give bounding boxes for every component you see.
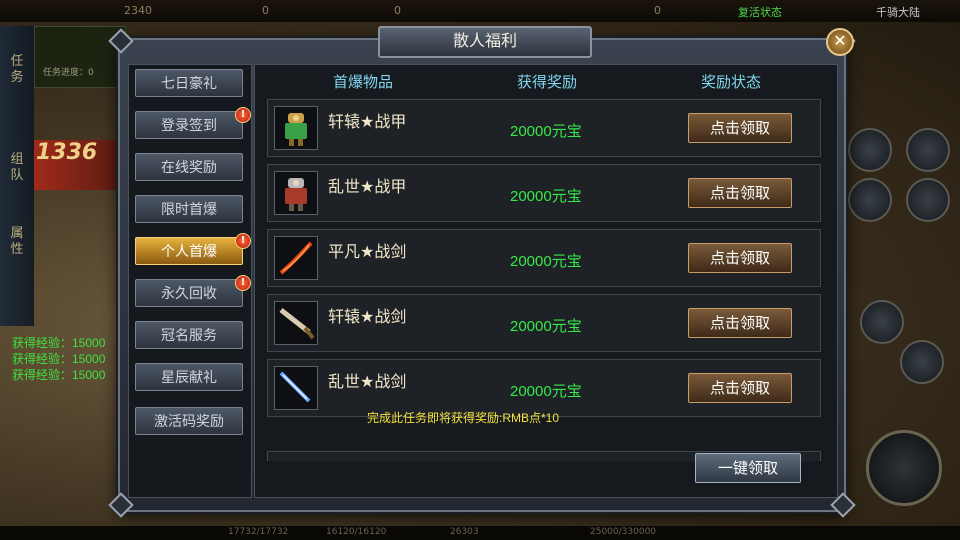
item-name: 乱世★战甲 (328, 177, 407, 196)
sidebar-item-star-gift[interactable]: 星辰献礼 (135, 363, 243, 391)
exp-log-line: 获得经验：15000 (12, 352, 106, 366)
left-hud-panel: 任务 组队 属性 (0, 26, 34, 326)
notification-badge: ! (235, 107, 251, 123)
skill-slot[interactable] (848, 128, 892, 172)
event-banner: 1336 (34, 140, 122, 190)
sword-icon (274, 236, 318, 280)
sword-icon (274, 301, 318, 345)
sidebar-item-seven-day-gift[interactable]: 七日豪礼 (135, 69, 243, 97)
bottom-status-bar: 17732/17732 16120/16120 26303 25000/3300… (0, 526, 960, 540)
exp-log-line: 获得经验：15000 (12, 336, 106, 350)
column-header-status: 奖励状态 (701, 73, 762, 91)
top-value-gold: 2340 (124, 4, 152, 17)
sidebar-item-permanent-recycle[interactable]: 永久回收 (135, 279, 243, 307)
armor-icon (274, 171, 318, 215)
tab-quest[interactable]: 任务 (6, 54, 28, 86)
exp-readout: 25000/330000 (590, 527, 657, 537)
item-name: 平凡★战剑 (328, 242, 407, 261)
notification-badge: ! (235, 275, 251, 291)
welfare-sidebar: 七日豪礼 登录签到 ! 在线奖励 限时首爆 个人首爆 ! 永久回收 ! 冠名服务… (128, 64, 252, 498)
notification-badge: ! (235, 233, 251, 249)
claim-all-button[interactable]: 一键领取 (695, 453, 801, 483)
claim-button[interactable]: 点击领取 (688, 373, 792, 403)
item-reward: 20000元宝 (510, 383, 582, 400)
item-name: 轩辕★战剑 (328, 307, 407, 326)
hp-readout: 17732/17732 (228, 527, 289, 537)
reward-row: 平凡★战剑 20000元宝 点击领取 (267, 229, 821, 287)
claim-button[interactable]: 点击领取 (688, 113, 792, 143)
sidebar-item-login-checkin[interactable]: 登录签到 (135, 111, 243, 139)
mp-readout: 16120/16120 (326, 527, 387, 537)
sword-icon (274, 366, 318, 410)
sidebar-item-title-service[interactable]: 冠名服务 (135, 321, 243, 349)
top-value-2: 0 (262, 4, 269, 17)
skill-slot[interactable] (900, 340, 944, 384)
tab-attributes[interactable]: 属性 (6, 226, 28, 258)
sidebar-item-online-reward[interactable]: 在线奖励 (135, 153, 243, 181)
tab-team[interactable]: 组队 (6, 152, 28, 184)
item-reward: 20000元宝 (510, 188, 582, 205)
reward-row: 乱世★战甲 20000元宝 点击领取 (267, 164, 821, 222)
item-name: 轩辕★战甲 (328, 112, 407, 131)
close-icon: ✕ (833, 31, 847, 50)
task-reward-hint: 完成此任务即将获得奖励:RMB点*10 (367, 411, 560, 425)
item-reward: 20000元宝 (510, 123, 582, 140)
skill-slot[interactable] (906, 178, 950, 222)
top-value-3: 0 (394, 4, 401, 17)
column-header-item: 首爆物品 (333, 73, 394, 91)
armor-icon (274, 106, 318, 150)
attack-button[interactable] (866, 430, 942, 506)
quest-progress: 任务进度：0 (43, 68, 94, 78)
claim-button[interactable]: 点击领取 (688, 308, 792, 338)
skill-slot[interactable] (906, 128, 950, 172)
top-status-bar: 2340 0 0 0 复活状态 千骑大陆 (0, 0, 960, 22)
exp-log-line: 获得经验：15000 (12, 368, 106, 382)
claim-button[interactable]: 点击领取 (688, 178, 792, 208)
welfare-dialog: 散人福利 ✕ 七日豪礼 登录签到 ! 在线奖励 限时首爆 个人首爆 ! 永久回收… (108, 26, 856, 518)
item-reward: 20000元宝 (510, 253, 582, 270)
dialog-title: 散人福利 (378, 26, 592, 58)
sidebar-item-activation-code[interactable]: 激活码奖励 (135, 407, 243, 435)
sidebar-item-limited-first-drop[interactable]: 限时首爆 (135, 195, 243, 223)
level-readout: 26303 (450, 527, 479, 537)
item-name: 乱世★战剑 (328, 372, 407, 391)
claim-button[interactable]: 点击领取 (688, 243, 792, 273)
item-reward: 20000元宝 (510, 318, 582, 335)
sidebar-item-personal-first-drop[interactable]: 个人首爆 (135, 237, 243, 265)
top-value-4: 0 (654, 4, 661, 17)
map-name: 千骑大陆 (876, 6, 920, 19)
column-header-reward: 获得奖励 (517, 73, 578, 91)
first-drop-panel: 首爆物品 获得奖励 奖励状态 轩辕★战甲 20000元宝 点击领取 乱世★战甲 … (254, 64, 838, 498)
reward-row: 轩辕★战甲 20000元宝 点击领取 (267, 99, 821, 157)
skill-slot[interactable] (860, 300, 904, 344)
reward-row: 轩辕★战剑 20000元宝 点击领取 (267, 294, 821, 352)
revive-status: 复活状态 (738, 6, 782, 19)
close-button[interactable]: ✕ (826, 28, 854, 56)
skill-slot[interactable] (848, 178, 892, 222)
